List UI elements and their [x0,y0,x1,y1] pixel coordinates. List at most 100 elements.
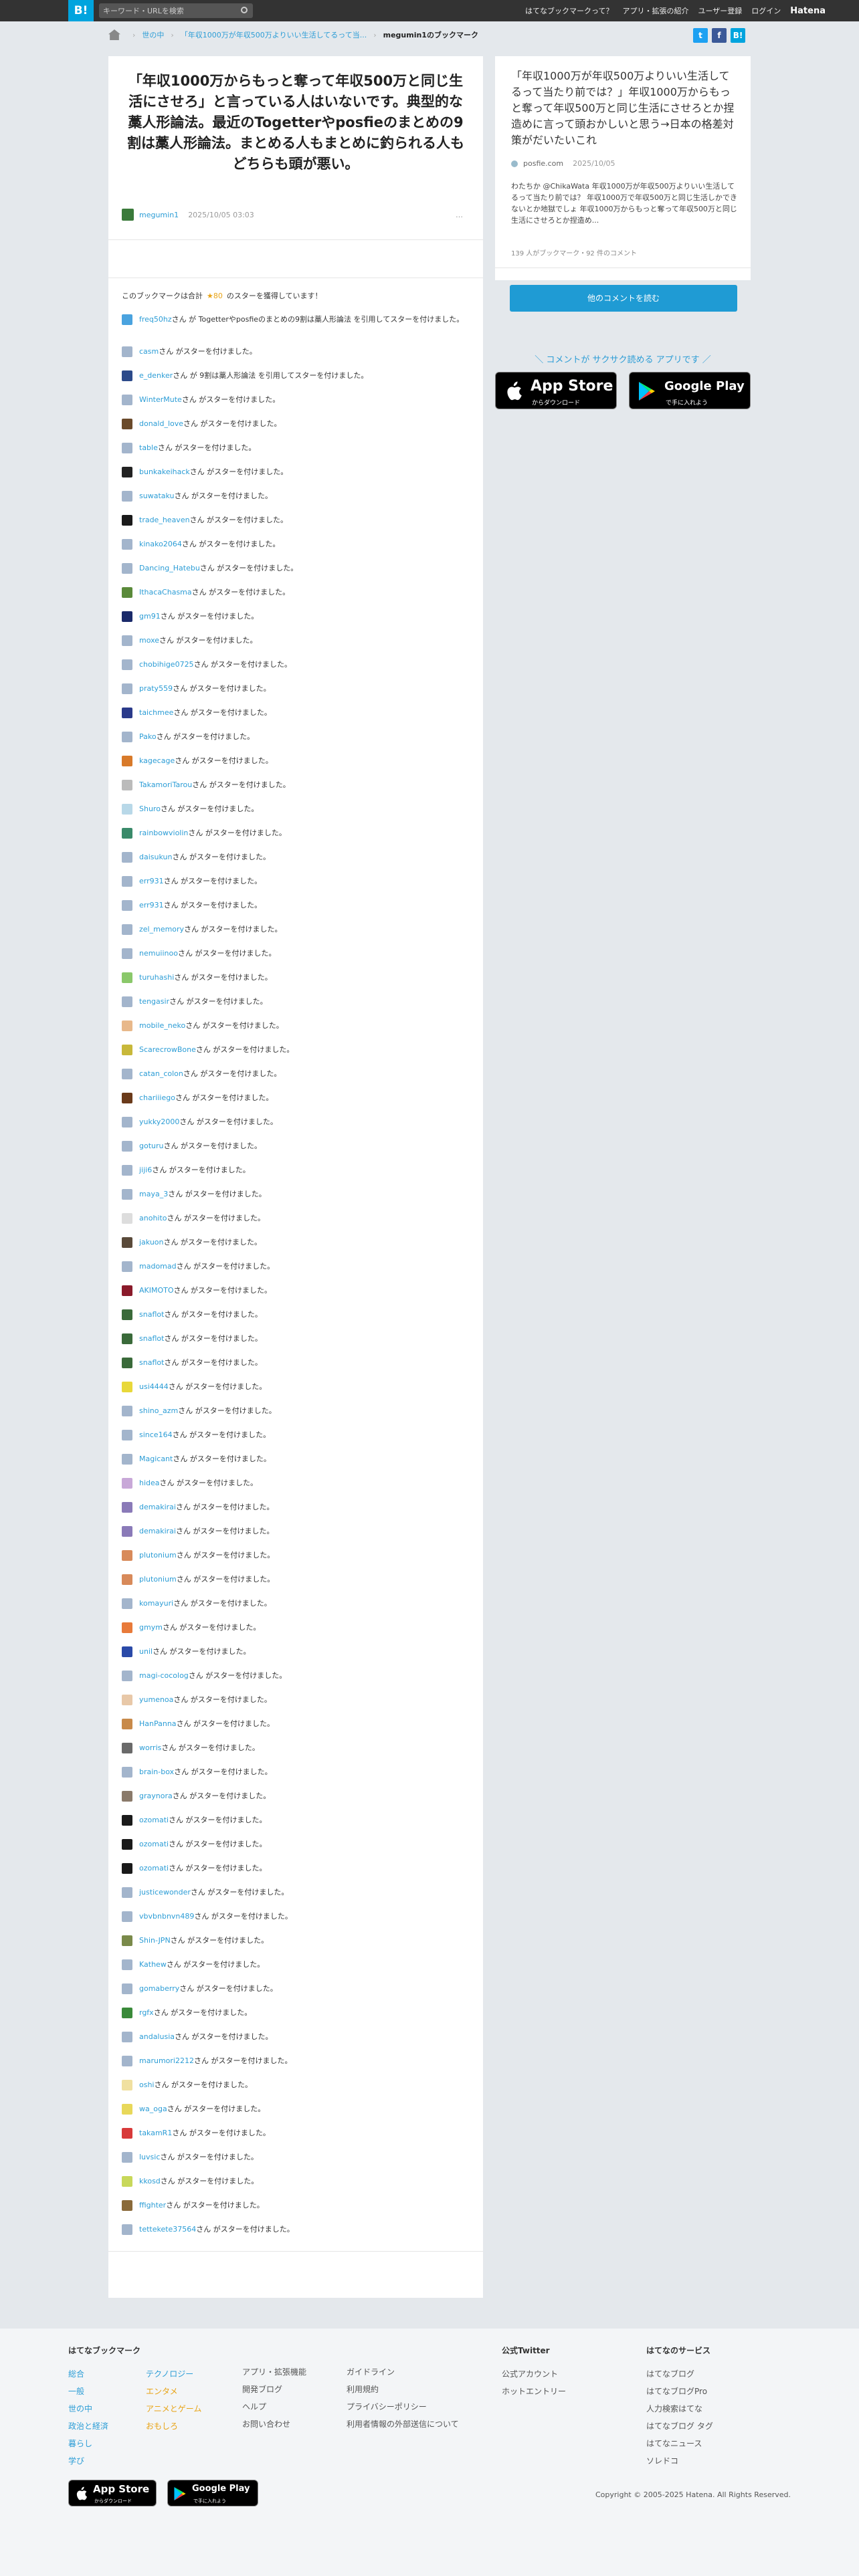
footer-link[interactable]: はてなブログPro [646,2387,707,2396]
user-avatar-icon[interactable] [122,1767,132,1778]
star-username[interactable]: catan_colon [139,1069,183,1078]
star-username[interactable]: plutonium [139,1575,177,1584]
star-username[interactable]: donald_love [139,419,183,428]
user-avatar-icon[interactable] [122,370,132,381]
entry-domain[interactable]: posfie.com [523,159,563,168]
star-username[interactable]: usi4444 [139,1382,169,1391]
star-username[interactable]: AKIMOTO [139,1286,174,1295]
star-username[interactable]: justicewonder [139,1888,191,1897]
hatebu-logo[interactable]: B! [68,0,94,21]
user-avatar-icon[interactable] [122,1333,132,1344]
user-avatar-icon[interactable] [122,1526,132,1537]
hatebu-share-icon[interactable]: B! [731,28,745,43]
user-avatar-icon[interactable] [122,1983,132,1994]
star-username[interactable]: gm91 [139,612,161,621]
footer-category-link[interactable]: 学び [68,2452,146,2470]
user-avatar-icon[interactable] [122,2224,132,2235]
user-avatar-icon[interactable] [122,539,132,550]
user-avatar-icon[interactable] [122,1550,132,1561]
breadcrumb-category[interactable]: 世の中 [142,29,164,40]
user-avatar-icon[interactable] [122,996,132,1007]
footer-link[interactable]: はてなニュース [646,2439,702,2448]
star-username[interactable]: jiji6 [139,1166,152,1174]
footer-google-play-button[interactable]: Google Play で手に入れよう [167,2480,258,2506]
user-avatar-icon[interactable] [122,346,132,357]
star-username[interactable]: shino_azm [139,1406,178,1415]
star-username[interactable]: vbvbnbnvn489 [139,1912,194,1921]
star-username[interactable]: casm [139,347,159,356]
user-avatar-icon[interactable] [122,1719,132,1729]
star-username[interactable]: tettekete37564 [139,2225,196,2234]
star-username[interactable]: TakamoriTarou [139,780,192,789]
footer-link[interactable]: ホットエントリー [502,2387,566,2396]
user-avatar-icon[interactable] [122,1815,132,1826]
read-more-comments-button[interactable]: 他のコメントを読む [510,285,737,312]
footer-link[interactable]: アプリ・拡張機能 [242,2367,306,2377]
star-username[interactable]: brain-box [139,1767,174,1776]
user-avatar-icon[interactable] [122,659,132,670]
star-username[interactable]: HanPanna [139,1719,177,1728]
nav-register[interactable]: ユーザー登録 [698,5,743,16]
user-avatar-icon[interactable] [122,828,132,839]
user-avatar-icon[interactable] [122,2200,132,2211]
star-username[interactable]: ScarecrowBone [139,1045,196,1054]
star-username[interactable]: andalusia [139,2032,175,2041]
star-username[interactable]: luvsic [139,2153,160,2161]
user-avatar-icon[interactable] [122,1743,132,1753]
star-username[interactable]: demakirai [139,1503,176,1511]
user-avatar-icon[interactable] [122,732,132,742]
star-username[interactable]: hidea [139,1479,160,1487]
user-avatar-icon[interactable] [122,587,132,598]
home-icon[interactable] [108,29,120,40]
footer-link[interactable]: プライバシーポリシー [347,2402,427,2411]
user-avatar-icon[interactable] [122,1430,132,1440]
user-avatar-icon[interactable] [122,1165,132,1176]
star-username[interactable]: gmym [139,1623,163,1632]
star-username[interactable]: nemuiinoo [139,949,178,958]
star-username[interactable]: rgfx [139,2008,154,2017]
footer-category-link[interactable]: エンタメ [146,2383,201,2400]
user-avatar-icon[interactable] [122,804,132,815]
user-avatar-icon[interactable] [122,1141,132,1152]
app-store-button[interactable]: App Store からダウンロード [495,372,617,409]
footer-category-link[interactable]: テクノロジー [146,2365,201,2383]
star-username[interactable]: suwataku [139,492,175,500]
user-avatar-icon[interactable] [122,1213,132,1224]
user-avatar-icon[interactable] [122,2056,132,2066]
star-username[interactable]: ozomati [139,1816,169,1824]
footer-category-link[interactable]: 政治と経済 [68,2418,146,2435]
star-username[interactable]: jakuon [139,1238,164,1247]
star-username[interactable]: chariiiego [139,1093,175,1102]
star-username[interactable]: praty559 [139,684,173,693]
footer-link[interactable]: はてなブログ タグ [646,2422,713,2431]
footer-link[interactable]: 公式アカウント [502,2369,558,2379]
star-username[interactable]: plutonium [139,1551,177,1560]
twitter-share-icon[interactable]: t [693,28,708,43]
user-avatar-icon[interactable] [122,1574,132,1585]
search-input[interactable] [99,3,233,18]
user-avatar-icon[interactable] [122,515,132,526]
user-avatar-icon[interactable] [122,2080,132,2090]
user-avatar-icon[interactable] [122,948,132,959]
star-username[interactable]: demakirai [139,1527,176,1535]
hatena-logo[interactable]: Hatena [790,6,826,16]
star-username[interactable]: snaflot [139,1358,164,1367]
user-avatar-icon[interactable] [122,1959,132,1970]
nav-apps[interactable]: アプリ・拡張の紹介 [623,5,689,16]
user-avatar-icon[interactable] [122,1382,132,1392]
nav-login[interactable]: ログイン [751,5,781,16]
star-username[interactable]: bunkakeihack [139,467,190,476]
star-username[interactable]: takamR1 [139,2129,172,2137]
user-avatar-icon[interactable] [122,1358,132,1368]
star-username[interactable]: yumenoa [139,1695,173,1704]
more-menu-icon[interactable]: … [456,211,463,219]
footer-link[interactable]: ヘルプ [242,2402,266,2411]
user-avatar-icon[interactable] [122,443,132,453]
star-username[interactable]: taichmee [139,708,173,717]
entry-title[interactable]: 「年収1000万が年収500万よりいい生活してるって当たり前では？」年収1000… [511,68,739,148]
user-avatar-icon[interactable] [122,1502,132,1513]
user-avatar-icon[interactable] [122,1069,132,1079]
star-username[interactable]: Dancing_Hatebu [139,564,200,572]
user-avatar-icon[interactable] [122,563,132,574]
user-avatar-icon[interactable] [122,1671,132,1681]
